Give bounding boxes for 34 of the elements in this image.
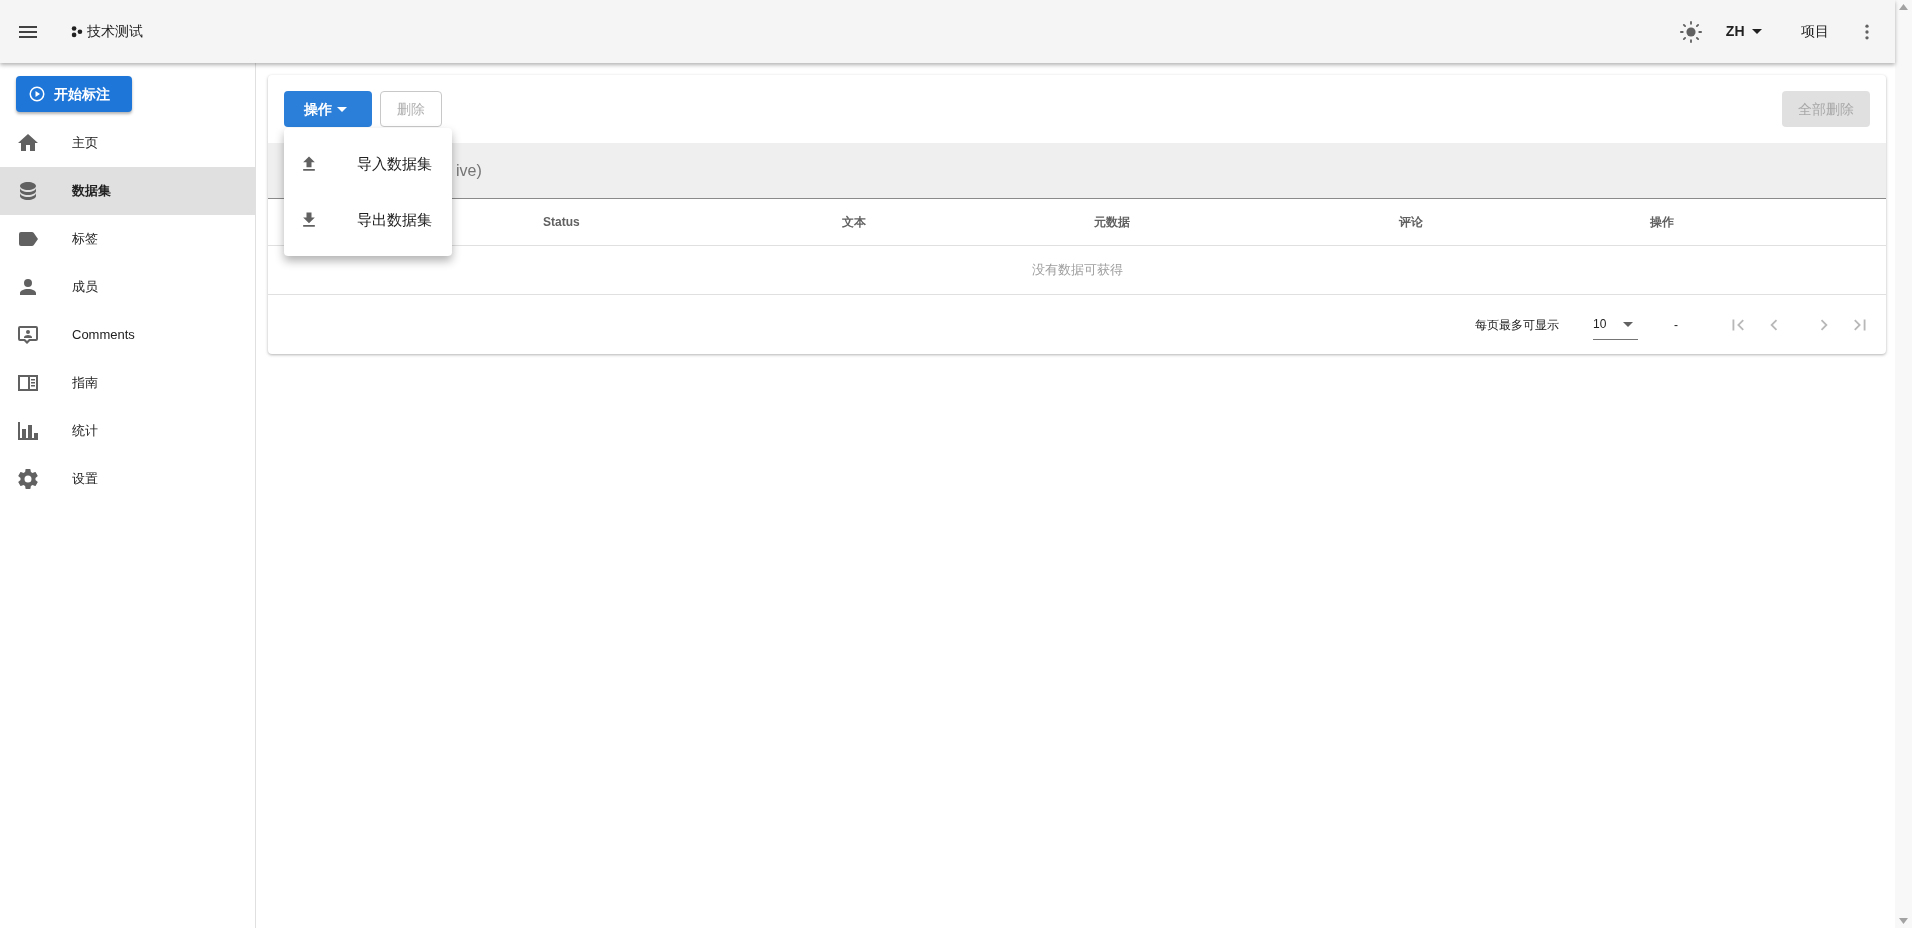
sidebar-item[interactable]: 数据集 <box>0 167 255 215</box>
empty-message: 没有数据可获得 <box>1031 261 1123 280</box>
sun-icon[interactable] <box>1679 20 1702 43</box>
comment-icon <box>16 323 40 347</box>
actions-button[interactable]: 操作 <box>284 91 372 127</box>
column-header[interactable]: 文本 <box>842 215 866 229</box>
sidebar-item[interactable]: 成员 <box>0 263 255 311</box>
sidebar-item[interactable]: 主页 <box>0 119 255 167</box>
settings-icon <box>16 467 40 491</box>
rows-per-page-select[interactable]: 10 <box>1593 309 1638 340</box>
column-header[interactable]: 评论 <box>1399 215 1423 229</box>
app-title: 技术测试 <box>87 22 143 41</box>
column-header[interactable]: 操作 <box>1650 215 1674 229</box>
scroll-up-icon[interactable] <box>1899 4 1908 10</box>
sidebar-item[interactable]: 统计 <box>0 407 255 455</box>
caret-icon <box>1752 29 1762 34</box>
sidebar-item[interactable]: 设置 <box>0 455 255 503</box>
sidebar-item[interactable]: 指南 <box>0 359 255 407</box>
start-annotation-button[interactable]: 开始标注 <box>16 76 132 112</box>
logo-icon <box>70 24 84 39</box>
caret-icon <box>337 106 347 112</box>
projects-link[interactable]: 项目 <box>1801 21 1829 42</box>
sidebar-item[interactable]: Comments <box>0 311 255 359</box>
play-icon <box>28 85 46 103</box>
page-range: - <box>1674 316 1678 334</box>
column-header[interactable]: Status <box>543 215 580 229</box>
caret-icon <box>1623 321 1633 327</box>
scroll-down-icon[interactable] <box>1899 918 1908 924</box>
search-text: ive) <box>456 160 482 181</box>
rows-per-page-label: 每页最多可显示 <box>1475 316 1559 334</box>
language-button[interactable]: ZH <box>1721 13 1771 50</box>
bar-chart-icon <box>16 419 40 443</box>
sidebar-item[interactable]: 标签 <box>0 215 255 263</box>
column-header[interactable]: 元数据 <box>1094 215 1130 229</box>
